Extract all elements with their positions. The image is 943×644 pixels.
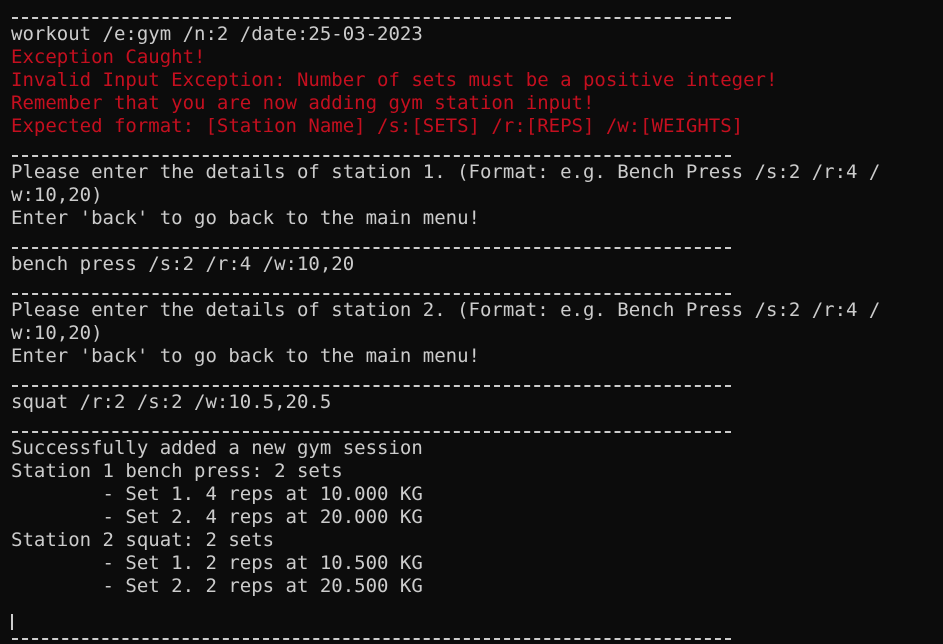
terminal-line: Enter 'back' to go back to the main menu… <box>11 345 480 367</box>
terminal-output: workout /e:gym /n:2 /date:25-03-2023 Exce… <box>11 0 931 644</box>
separator-line <box>11 368 931 391</box>
terminal-line: - Set 2. 2 reps at 20.500 KG <box>11 575 423 597</box>
error-message-line: Invalid Input Exception: Number of sets … <box>11 69 778 91</box>
terminal-line: Enter 'back' to go back to the main menu… <box>11 207 480 229</box>
terminal-line: Successfully added a new gym session <box>11 437 423 459</box>
terminal-line: Please enter the details of station 1. (… <box>11 161 881 183</box>
error-message-line: Expected format: [Station Name] /s:[SETS… <box>11 115 744 137</box>
terminal-line: - Set 1. 4 reps at 10.000 KG <box>11 483 423 505</box>
terminal-line: - Set 1. 2 reps at 10.500 KG <box>11 552 423 574</box>
terminal-line: Station 1 bench press: 2 sets <box>11 460 343 482</box>
terminal-line: bench press /s:2 /r:4 /w:10,20 <box>11 253 355 275</box>
terminal-line: Please enter the details of station 2. (… <box>11 299 881 321</box>
terminal-line: w:10,20) <box>11 184 103 206</box>
error-message-line: Exception Caught! <box>11 46 206 68</box>
separator-line <box>11 621 931 644</box>
separator-line <box>11 0 931 23</box>
terminal-line: squat /r:2 /s:2 /w:10.5,20.5 <box>11 391 332 413</box>
error-message-line: Remember that you are now adding gym sta… <box>11 92 595 114</box>
terminal-line: w:10,20) <box>11 322 103 344</box>
separator-line <box>11 138 931 161</box>
terminal-line: - Set 2. 4 reps at 20.000 KG <box>11 506 423 528</box>
separator-line <box>11 414 931 437</box>
terminal-line: workout /e:gym /n:2 /date:25-03-2023 <box>11 23 423 45</box>
terminal-line: Station 2 squat: 2 sets <box>11 529 275 551</box>
separator-line <box>11 230 931 253</box>
separator-line <box>11 276 931 299</box>
text-cursor[interactable] <box>11 614 13 630</box>
